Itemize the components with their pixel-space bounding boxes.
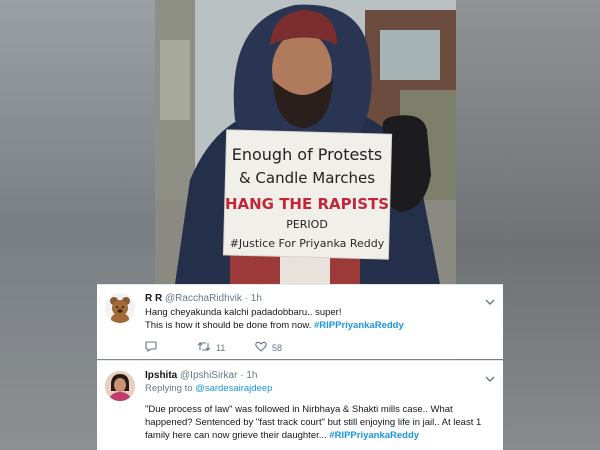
hashtag-link[interactable]: #RIPPriyankaReddy <box>314 320 404 331</box>
author-name[interactable]: R R <box>145 293 162 304</box>
replying-to: Replying to @sardesairajdeep <box>145 383 272 394</box>
separator: · <box>240 370 244 381</box>
tweet-header: Ipshita @IpshiSirkar · 1h <box>145 370 257 381</box>
sign-line-5: #Justice For Priyanka Reddy <box>230 237 385 250</box>
like-count: 58 <box>272 342 283 353</box>
tweet-text-line: This is how it should be done from now. <box>145 320 312 331</box>
sign-line-4: PERIOD <box>286 218 328 231</box>
tweet-text-line: Hang cheyakunda kalchi padadobbaru.. sup… <box>145 307 342 318</box>
replying-label: Replying to <box>145 383 193 394</box>
heart-icon <box>255 341 267 354</box>
protest-photo: Enough of Protests & Candle Marches HANG… <box>155 0 456 284</box>
like-button[interactable]: 58 <box>255 341 282 354</box>
tweet[interactable]: R R @RacchaRidhvik · 1h Hang cheyakunda … <box>97 284 503 359</box>
author-handle[interactable]: @IpshiSirkar <box>180 370 237 381</box>
retweet-icon <box>197 341 211 354</box>
tweet-text-line: family here can now grieve their daughte… <box>145 430 327 441</box>
sign-line-2: & Candle Marches <box>239 169 375 187</box>
tweet-text-line: "Due process of law" was followed in Nir… <box>145 404 453 415</box>
timestamp[interactable]: 1h <box>246 370 257 381</box>
tweet-text: Hang cheyakunda kalchi padadobbaru.. sup… <box>145 306 491 332</box>
sign-line-1: Enough of Protests <box>232 145 383 164</box>
reply-icon <box>145 341 157 354</box>
chevron-down-icon[interactable] <box>485 371 495 382</box>
sign-line-3: HANG THE RAPISTS <box>225 195 389 213</box>
reply-button[interactable] <box>145 341 157 354</box>
retweet-count: 11 <box>216 342 226 353</box>
author-name[interactable]: Ipshita <box>145 370 177 381</box>
tweet-header: R R @RacchaRidhvik · 1h <box>145 293 262 304</box>
protest-photo-illustration: Enough of Protests & Candle Marches HANG… <box>155 0 456 284</box>
replying-to-link[interactable]: @sardesairajdeep <box>195 383 272 394</box>
hashtag-link[interactable]: #RIPPriyankaReddy <box>329 430 419 441</box>
woman-portrait-avatar[interactable] <box>105 371 135 401</box>
tweet-text: "Due process of law" was followed in Nir… <box>145 403 491 442</box>
timestamp[interactable]: 1h <box>251 293 262 304</box>
chevron-down-icon[interactable] <box>485 294 495 305</box>
teddy-bear-avatar[interactable] <box>105 293 135 323</box>
tweet[interactable]: Ipshita @IpshiSirkar · 1h Replying to @s… <box>97 360 503 450</box>
author-handle[interactable]: @RacchaRidhvik <box>165 293 242 304</box>
tweet-actions: 11 58 <box>145 341 345 355</box>
retweet-button[interactable]: 11 <box>197 341 225 354</box>
separator: · <box>244 293 248 304</box>
tweet-text-line: happened? Sentenced by "fast track court… <box>145 417 482 428</box>
